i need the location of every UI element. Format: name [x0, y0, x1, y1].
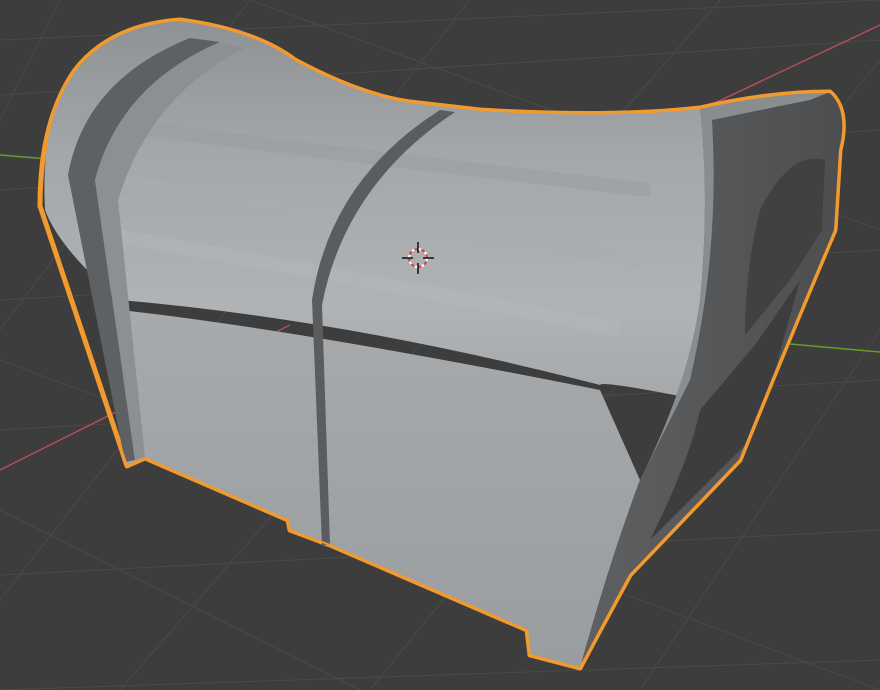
selected-chest-object[interactable]: [37, 17, 846, 671]
3d-viewport[interactable]: [0, 0, 880, 690]
